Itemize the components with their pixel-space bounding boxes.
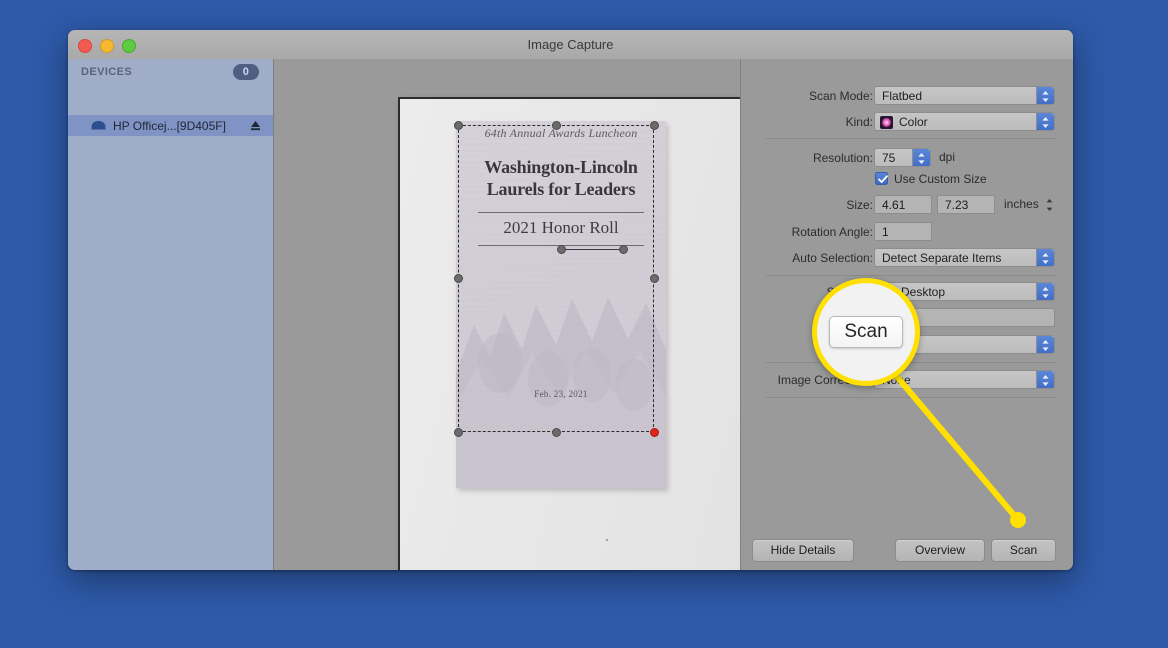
- rotation-guide-line: [563, 249, 625, 250]
- divider-2: [766, 275, 1057, 276]
- sidebar-item-hp-officejet[interactable]: HP Officej...[9D405F]: [68, 115, 273, 136]
- sidebar: DEVICES 0 SHARED HP Officej...[9D405F]: [68, 59, 274, 570]
- size-height-input[interactable]: 7.23: [937, 195, 995, 214]
- auto-selection-stepper[interactable]: [1036, 249, 1054, 266]
- rotation-angle-label: Rotation Angle:: [791, 225, 873, 239]
- chevron-updown-icon: [1042, 253, 1049, 264]
- sidebar-item-label: HP Officej...[9D405F]: [113, 118, 226, 133]
- auto-selection-select[interactable]: Detect Separate Items: [874, 248, 1055, 267]
- color-swatch-icon: [880, 116, 893, 129]
- resolution-label: Resolution:: [812, 151, 873, 165]
- rotation-angle-input[interactable]: 1: [874, 222, 932, 241]
- use-custom-size-label: Use Custom Size: [894, 172, 987, 186]
- devices-count-badge: 0: [233, 64, 259, 80]
- kind-label: Kind:: [845, 115, 873, 129]
- auto-selection-value: Detect Separate Items: [882, 251, 1002, 265]
- sidebar-section-devices: DEVICES 0: [68, 59, 273, 85]
- selection-handle-middle-right[interactable]: [650, 274, 659, 283]
- rotation-handle-left[interactable]: [557, 245, 566, 254]
- chevron-updown-icon: [1042, 375, 1049, 386]
- divider-4: [766, 397, 1057, 398]
- use-custom-size-checkbox[interactable]: [875, 172, 888, 185]
- selection-rectangle[interactable]: [458, 125, 654, 432]
- scan-mode-select[interactable]: Flatbed: [874, 86, 1055, 105]
- eject-icon[interactable]: [250, 120, 261, 131]
- selection-handle-middle-left[interactable]: [454, 274, 463, 283]
- scan-to-stepper[interactable]: [1036, 283, 1054, 300]
- scan-button-magnifier: Scan: [812, 278, 920, 386]
- size-width-input[interactable]: 4.61: [874, 195, 932, 214]
- selection-handle-bottom-center[interactable]: [552, 428, 561, 437]
- chevron-updown-icon: [918, 153, 925, 164]
- chevron-updown-icon: [1042, 117, 1049, 128]
- resolution-unit: dpi: [939, 150, 956, 164]
- magnified-scan-button[interactable]: Scan: [829, 316, 903, 348]
- scan-mode-value: Flatbed: [882, 89, 923, 103]
- resolution-value: 75: [882, 151, 896, 165]
- bed-speck: [606, 539, 608, 541]
- checkmark-icon: [877, 175, 888, 183]
- selection-handle-bottom-right[interactable]: [650, 428, 659, 437]
- size-unit-label: inches: [1004, 197, 1039, 211]
- resolution-stepper[interactable]: [912, 149, 930, 166]
- kind-stepper[interactable]: [1036, 113, 1054, 130]
- image-correction-stepper[interactable]: [1036, 371, 1054, 388]
- kind-select[interactable]: Color: [874, 112, 1055, 131]
- kind-value: Color: [899, 115, 928, 129]
- window-titlebar[interactable]: Image Capture: [68, 30, 1073, 60]
- callout-endpoint-dot: [1010, 512, 1026, 528]
- selection-handle-top-left[interactable]: [454, 121, 463, 130]
- scan-mode-label: Scan Mode:: [808, 89, 873, 103]
- size-unit-stepper[interactable]: [1045, 198, 1054, 212]
- selection-handle-top-center[interactable]: [552, 121, 561, 130]
- auto-selection-label: Auto Selection:: [792, 251, 873, 265]
- overview-button[interactable]: Overview: [895, 539, 985, 562]
- chevron-updown-icon: [1042, 287, 1049, 298]
- devices-header-label: DEVICES: [81, 66, 133, 78]
- format-stepper[interactable]: [1036, 336, 1054, 353]
- printer-icon: [91, 121, 106, 130]
- rotation-handle-right[interactable]: [619, 245, 628, 254]
- scan-mode-stepper[interactable]: [1036, 87, 1054, 104]
- window-title: Image Capture: [527, 37, 614, 52]
- scan-preview-area[interactable]: 64th Annual Awards Luncheon Washington-L…: [274, 59, 758, 570]
- selection-handle-top-right[interactable]: [650, 121, 659, 130]
- selection-handle-bottom-left[interactable]: [454, 428, 463, 437]
- size-label: Size:: [846, 198, 873, 212]
- chevron-updown-icon: [1042, 91, 1049, 102]
- resolution-select[interactable]: 75: [874, 148, 931, 167]
- chevron-updown-icon: [1042, 340, 1049, 351]
- divider-3: [766, 362, 1057, 363]
- scan-button[interactable]: Scan: [991, 539, 1056, 562]
- image-capture-window: Image Capture DEVICES 0 SHARED HP Office…: [68, 30, 1073, 570]
- divider-1: [766, 138, 1057, 139]
- hide-details-button[interactable]: Hide Details: [752, 539, 854, 562]
